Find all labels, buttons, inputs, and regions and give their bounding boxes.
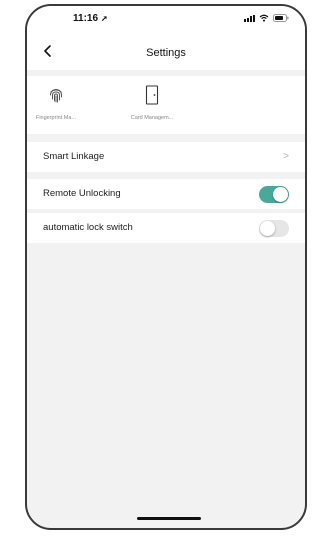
remote-unlocking-row: Remote Unlocking xyxy=(27,179,305,209)
door-icon xyxy=(127,84,177,106)
phone-frame: 11:16 ➚ Settings Fingerprint Ma... Card … xyxy=(25,4,307,530)
feature-label: Fingerprint Ma... xyxy=(35,115,77,121)
remote-unlocking-toggle[interactable] xyxy=(259,186,289,203)
status-time-group: 11:16 ➚ xyxy=(73,13,108,24)
smart-linkage-row[interactable]: Smart Linkage > xyxy=(27,142,305,172)
signal-icon xyxy=(244,14,255,22)
fingerprint-management-item[interactable]: Fingerprint Ma... xyxy=(31,84,81,121)
chevron-right-icon: > xyxy=(283,151,289,162)
toggle-knob xyxy=(260,221,275,236)
row-label: Smart Linkage xyxy=(43,151,105,162)
fingerprint-icon xyxy=(31,84,81,106)
navigation-bar: Settings xyxy=(27,34,305,70)
automatic-lock-toggle[interactable] xyxy=(259,220,289,237)
feature-label: Card Managem... xyxy=(130,115,174,121)
page-title: Settings xyxy=(146,47,186,59)
home-indicator xyxy=(137,517,201,520)
location-arrow-icon: ➚ xyxy=(101,14,108,23)
wifi-icon xyxy=(259,14,269,22)
battery-icon xyxy=(273,14,289,22)
status-indicators xyxy=(244,14,289,22)
automatic-lock-row: automatic lock switch xyxy=(27,213,305,243)
row-label: automatic lock switch xyxy=(43,222,133,233)
status-time: 11:16 xyxy=(73,13,99,24)
toggle-knob xyxy=(273,187,288,202)
status-bar: 11:16 ➚ xyxy=(27,6,305,34)
card-management-item[interactable]: Card Managem... xyxy=(127,84,177,121)
feature-shortcuts: Fingerprint Ma... Card Managem... xyxy=(27,76,305,134)
row-label: Remote Unlocking xyxy=(43,188,121,199)
